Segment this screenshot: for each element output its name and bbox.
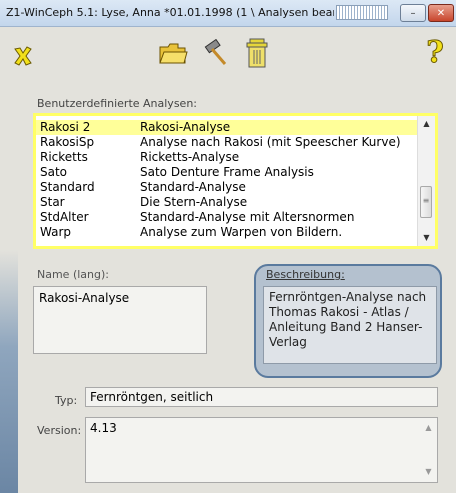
- list-item-ricketts[interactable]: Ricketts Ricketts-Analyse: [36, 150, 418, 165]
- close-window-button[interactable]: ✕: [428, 4, 454, 22]
- type-label: Typ:: [55, 394, 78, 407]
- hammer-icon[interactable]: [203, 39, 229, 67]
- analysis-name: Standard-Analyse: [140, 180, 246, 194]
- analysis-list[interactable]: Rakosi 2 Rakosi-Analyse RakosiSp Analyse…: [33, 113, 438, 249]
- scroll-thumb[interactable]: ≡: [420, 186, 432, 218]
- list-item-sato[interactable]: Sato Sato Denture Frame Analysis: [36, 165, 418, 180]
- analysis-code: Standard: [40, 180, 95, 194]
- list-item-warp[interactable]: Warp Analyse zum Warpen von Bildern.: [36, 225, 418, 240]
- list-item-standard[interactable]: Standard Standard-Analyse: [36, 180, 418, 195]
- analysis-code: Star: [40, 195, 65, 209]
- trash-icon[interactable]: [244, 37, 270, 69]
- analysis-code: StdAlter: [40, 210, 89, 224]
- analysis-name: Rakosi-Analyse: [140, 120, 231, 134]
- analysis-name: Ricketts-Analyse: [140, 150, 240, 164]
- scroll-down-arrow-icon[interactable]: ▼: [420, 464, 437, 480]
- close-x-icon[interactable]: [12, 45, 34, 67]
- scroll-up-arrow-icon[interactable]: ▲: [418, 116, 435, 132]
- version-label: Version:: [37, 424, 82, 437]
- list-scrollbar[interactable]: ▲ ≡ ▼: [417, 116, 435, 246]
- analysis-name: Standard-Analyse mit Altersnormen: [140, 210, 355, 224]
- description-label: Beschreibung:: [266, 268, 345, 281]
- list-item-star[interactable]: Star Die Stern-Analyse: [36, 195, 418, 210]
- scroll-down-arrow-icon[interactable]: ▼: [418, 230, 435, 246]
- analysis-rows: Rakosi 2 Rakosi-Analyse RakosiSp Analyse…: [36, 120, 418, 240]
- analysis-code: Sato: [40, 165, 68, 179]
- version-value: 4.13: [90, 421, 117, 435]
- analysis-code: Rakosi 2: [40, 120, 91, 134]
- version-scrollbar[interactable]: ▲ ▼: [420, 418, 437, 482]
- application-window: Z1-WinCeph 5.1: Lyse, Anna *01.01.1998 (…: [0, 0, 456, 493]
- minimize-button[interactable]: –: [400, 4, 426, 22]
- help-icon[interactable]: ?: [424, 36, 446, 69]
- type-field[interactable]: Fernröntgen, seitlich: [85, 387, 438, 407]
- analysis-code: Ricketts: [40, 150, 88, 164]
- analyses-label: Benutzerdefinierte Analysen:: [37, 97, 197, 110]
- toolbar: ?: [0, 27, 456, 83]
- analysis-name: Analyse zum Warpen von Bildern.: [140, 225, 343, 239]
- analysis-name: Sato Denture Frame Analysis: [140, 165, 314, 179]
- list-item-rakosi-2[interactable]: Rakosi 2 Rakosi-Analyse: [36, 120, 418, 135]
- window-title: Z1-WinCeph 5.1: Lyse, Anna *01.01.1998 (…: [6, 6, 334, 19]
- description-field[interactable]: Fernröntgen-Analyse nach Thomas Rakosi -…: [263, 286, 437, 364]
- analysis-code: RakosiSp: [40, 135, 95, 149]
- list-item-stdalter[interactable]: StdAlter Standard-Analyse mit Altersnorm…: [36, 210, 418, 225]
- analysis-name: Die Stern-Analyse: [140, 195, 248, 209]
- desktop-background: [0, 250, 18, 493]
- analysis-name: Analyse nach Rakosi (mit Speescher Kurve…: [140, 135, 401, 149]
- folder-icon[interactable]: [158, 39, 188, 67]
- title-bar[interactable]: Z1-WinCeph 5.1: Lyse, Anna *01.01.1998 (…: [0, 0, 456, 27]
- name-label: Name (lang):: [37, 268, 109, 281]
- list-item-rakosisp[interactable]: RakosiSp Analyse nach Rakosi (mit Speesc…: [36, 135, 418, 150]
- title-grip: [336, 5, 388, 20]
- version-field[interactable]: 4.13 ▲ ▼: [85, 417, 438, 483]
- analysis-code: Warp: [40, 225, 72, 239]
- scroll-up-arrow-icon[interactable]: ▲: [420, 420, 437, 436]
- name-field[interactable]: Rakosi-Analyse: [33, 286, 207, 354]
